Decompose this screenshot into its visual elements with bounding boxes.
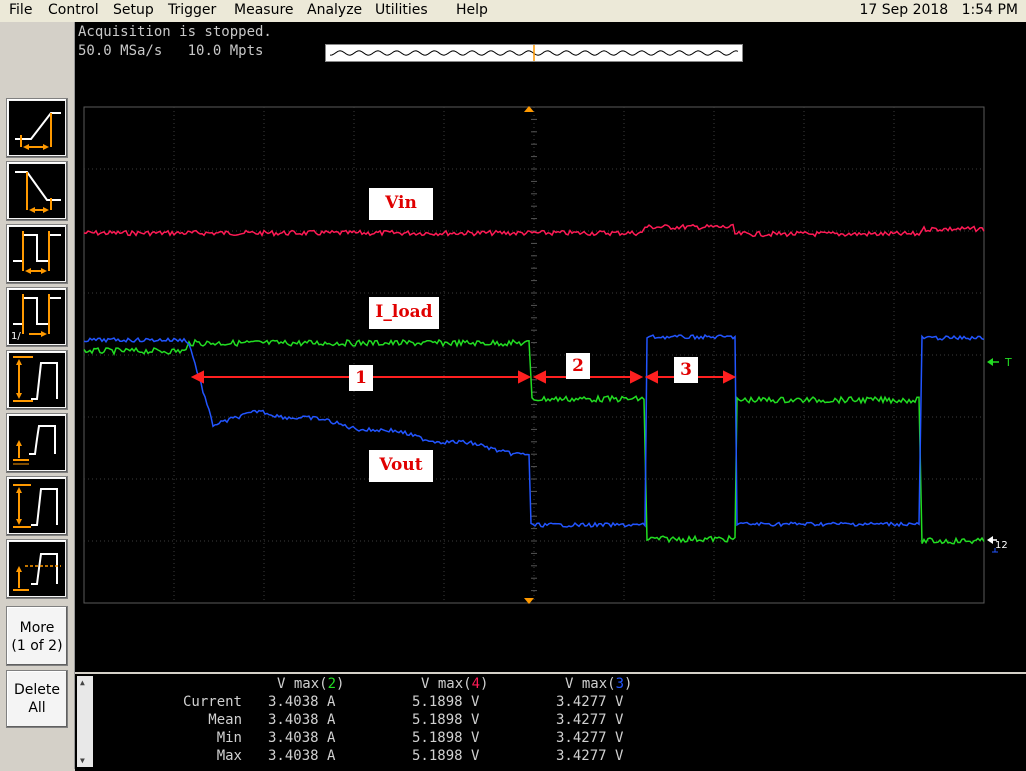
row-min-ch4: 5.1898 V bbox=[412, 730, 480, 746]
amplitude-button[interactable] bbox=[6, 476, 68, 536]
row-max-ch2: 3.4038 A bbox=[268, 748, 336, 764]
date-text: 17 Sep 2018 bbox=[859, 2, 949, 18]
region-arrows bbox=[190, 370, 737, 384]
peak-to-peak-icon bbox=[13, 356, 58, 402]
amplitude-icon bbox=[13, 484, 58, 528]
header-ch4-channel: 4 bbox=[471, 676, 481, 692]
menu-bar: File Control Setup Trigger Measure Analy… bbox=[0, 0, 1026, 23]
row-mean-ch2: 3.4038 A bbox=[268, 712, 336, 728]
delete-all-label: All bbox=[28, 700, 46, 716]
svg-text:1/: 1/ bbox=[11, 331, 21, 342]
menu-control[interactable]: Control bbox=[48, 2, 99, 18]
clock: 17 Sep 2018 1:54 PM bbox=[859, 2, 1018, 18]
header-ch3-channel: 3 bbox=[615, 676, 625, 692]
trigger-level-arrow-icon[interactable] bbox=[987, 358, 993, 366]
side-toolbar: 1/ More (1 of 2) Delete All bbox=[0, 22, 75, 769]
vin-label: Vin bbox=[369, 188, 433, 220]
menu-utilities[interactable]: Utilities bbox=[375, 2, 428, 18]
top-level-button[interactable] bbox=[6, 539, 68, 599]
more-page-label: (1 of 2) bbox=[11, 638, 63, 654]
ground-marker-label: 12 bbox=[995, 540, 1008, 551]
scroll-up-icon[interactable]: ▲ bbox=[80, 678, 85, 687]
header-ch4: V max(4) bbox=[421, 676, 489, 692]
region-2-label: 2 bbox=[566, 353, 590, 379]
period-button[interactable] bbox=[6, 224, 68, 284]
trigger-level-label: T bbox=[1004, 356, 1012, 369]
fall-time-button[interactable] bbox=[6, 161, 68, 221]
frequency-icon: 1/ bbox=[11, 294, 61, 342]
more-label: More bbox=[19, 620, 55, 636]
row-min-ch3: 3.4277 V bbox=[556, 730, 624, 746]
header-ch3: V max(3) bbox=[565, 676, 633, 692]
period-icon bbox=[13, 231, 61, 274]
graticule: T 12 bbox=[83, 106, 1012, 604]
region-3-label: 3 bbox=[674, 357, 698, 383]
row-max-ch4: 5.1898 V bbox=[412, 748, 480, 764]
menu-file[interactable]: File bbox=[9, 2, 32, 18]
measurements-panel: ▲ ▼ V max(2) V max(4) V max(3) Current 3… bbox=[75, 672, 1026, 771]
rise-time-icon bbox=[15, 112, 61, 150]
header-ch2: V max(2) bbox=[277, 676, 345, 692]
row-max-name: Max bbox=[216, 748, 242, 764]
region-1-label: 1 bbox=[349, 365, 373, 391]
ground-marker-icon[interactable]: 12 bbox=[987, 536, 1008, 553]
row-max-ch3: 3.4277 V bbox=[556, 748, 624, 764]
row-min-name: Min bbox=[216, 730, 242, 746]
menu-analyze[interactable]: Analyze bbox=[307, 2, 362, 18]
header-ch2-label: V max( bbox=[277, 676, 328, 692]
frequency-button[interactable]: 1/ bbox=[6, 287, 68, 347]
delete-all-button[interactable]: Delete All bbox=[6, 670, 68, 728]
header-ch4-label: V max( bbox=[421, 676, 472, 692]
waveform-display[interactable]: Acquisition is stopped. 50.0 MSa/s 10.0 … bbox=[75, 22, 1026, 672]
vout-label: Vout bbox=[369, 450, 433, 482]
row-mean-ch4: 5.1898 V bbox=[412, 712, 480, 728]
fall-time-icon bbox=[15, 171, 61, 213]
rise-time-button[interactable] bbox=[6, 98, 68, 158]
peak-to-peak-button[interactable] bbox=[6, 350, 68, 410]
maximum-icon bbox=[13, 425, 56, 465]
row-min-ch2: 3.4038 A bbox=[268, 730, 336, 746]
iload-label: I_load bbox=[369, 297, 439, 329]
row-current-ch4: 5.1898 V bbox=[412, 694, 480, 710]
delete-label: Delete bbox=[14, 682, 60, 698]
menu-trigger[interactable]: Trigger bbox=[168, 2, 216, 18]
header-ch2-channel: 2 bbox=[327, 676, 337, 692]
maximum-button[interactable] bbox=[6, 413, 68, 473]
measurements-scrollbar[interactable]: ▲ ▼ bbox=[77, 676, 93, 767]
header-ch3-label: V max( bbox=[565, 676, 616, 692]
row-mean-name: Mean bbox=[208, 712, 242, 728]
top-level-icon bbox=[13, 553, 61, 591]
scroll-down-icon[interactable]: ▼ bbox=[80, 756, 85, 765]
row-mean-ch3: 3.4277 V bbox=[556, 712, 624, 728]
row-current-ch2: 3.4038 A bbox=[268, 694, 336, 710]
menu-measure[interactable]: Measure bbox=[234, 2, 294, 18]
more-button[interactable]: More (1 of 2) bbox=[6, 606, 68, 666]
time-text: 1:54 PM bbox=[961, 2, 1018, 18]
menu-setup[interactable]: Setup bbox=[113, 2, 154, 18]
row-current-name: Current bbox=[182, 694, 242, 710]
menu-help[interactable]: Help bbox=[456, 2, 488, 18]
row-current-ch3: 3.4277 V bbox=[556, 694, 624, 710]
